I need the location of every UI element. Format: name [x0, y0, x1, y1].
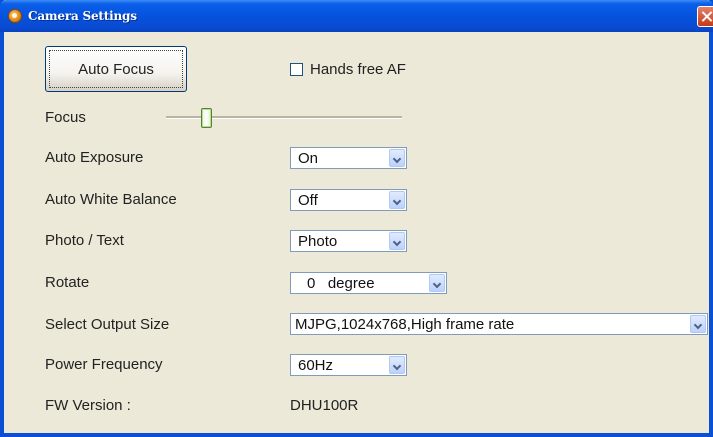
output-size-label: Select Output Size [45, 316, 170, 333]
auto-white-balance-value: Off [298, 192, 318, 209]
chevron-down-icon[interactable] [389, 356, 405, 374]
rotate-value: 0 degree [307, 275, 375, 292]
power-frequency-select[interactable]: 60Hz [290, 354, 407, 376]
focus-label: Focus [45, 109, 86, 126]
output-size-select[interactable]: MJPG,1024x768,High frame rate [290, 313, 708, 335]
fw-version-label: FW Version : [45, 397, 131, 414]
app-icon [8, 9, 22, 23]
title-bar[interactable]: Camera Settings [0, 0, 713, 32]
checkbox-box[interactable] [290, 63, 303, 76]
photo-text-label: Photo / Text [45, 232, 124, 249]
auto-white-balance-select[interactable]: Off [290, 189, 407, 211]
photo-text-value: Photo [298, 233, 338, 250]
power-frequency-label: Power Frequency [45, 356, 163, 373]
chevron-down-icon[interactable] [429, 274, 445, 292]
window-title: Camera Settings [28, 9, 137, 23]
auto-focus-button[interactable]: Auto Focus [45, 46, 187, 92]
close-icon[interactable] [697, 6, 713, 27]
auto-exposure-value: On [298, 150, 319, 167]
rotate-label: Rotate [45, 274, 90, 291]
hands-free-af-label[interactable]: Hands free AF [310, 61, 406, 78]
fw-version-value: DHU100R [290, 397, 359, 414]
output-size-value: MJPG,1024x768,High frame rate [295, 316, 515, 333]
chevron-down-icon[interactable] [389, 232, 405, 250]
chevron-down-icon[interactable] [690, 315, 706, 333]
auto-exposure-select[interactable]: On [290, 147, 407, 169]
focus-slider-thumb[interactable] [201, 108, 212, 128]
chevron-down-icon[interactable] [389, 191, 405, 209]
auto-exposure-label: Auto Exposure [45, 149, 144, 166]
chevron-down-icon[interactable] [389, 149, 405, 167]
photo-text-select[interactable]: Photo [290, 230, 407, 252]
auto-white-balance-label: Auto White Balance [45, 191, 177, 208]
rotate-select[interactable]: 0 degree [290, 272, 447, 294]
power-frequency-value: 60Hz [298, 357, 334, 374]
